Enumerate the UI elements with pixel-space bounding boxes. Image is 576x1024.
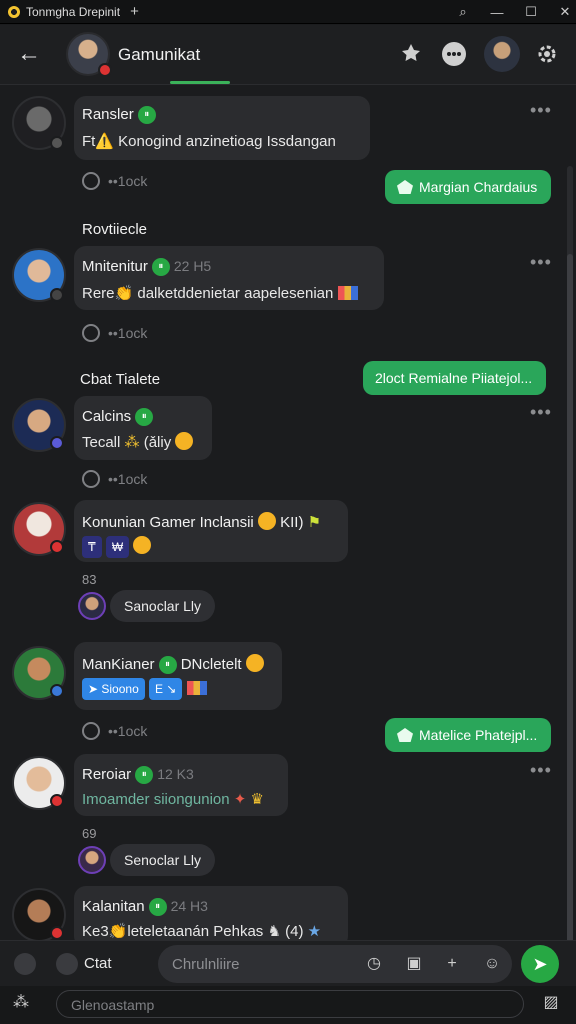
active-indicator [170, 81, 230, 84]
share-chip[interactable]: ➤ Sioono [82, 678, 145, 700]
section-header: Rovtiiecle [82, 221, 148, 238]
outgoing-message[interactable]: 2loct Remialne Piiatejol... [363, 361, 547, 395]
reaction-chip[interactable]: ₩ [105, 536, 130, 559]
message-text: Ke3👏leteletaanán Pehkas ♞ (4) ★ [82, 923, 322, 940]
verified-icon: ⏸ [158, 656, 177, 675]
verified-icon: ⏸ [135, 766, 154, 785]
timer-icon[interactable]: ◷ [364, 954, 384, 974]
more-options-icon[interactable]: ••• [530, 760, 552, 781]
flag-icon [337, 286, 358, 300]
image-icon[interactable]: ▨ [542, 994, 560, 1012]
profile-avatar[interactable] [484, 36, 520, 72]
send-button[interactable]: ➤ [521, 945, 559, 983]
attach-icon[interactable]: ▣ [404, 954, 424, 974]
message-text: Ft⚠️ Konogind anzinetioag Issdangan [82, 133, 336, 150]
add-icon[interactable]: + [442, 954, 462, 974]
window-controls: ⌕ — ☐ ✕ [446, 0, 576, 24]
scrollbar[interactable] [567, 166, 573, 940]
game-icon [397, 728, 413, 742]
avatar-badge [50, 136, 64, 150]
emoji-icon [133, 536, 152, 554]
avatar-badge [50, 288, 64, 302]
sender-name: ManKianer ⏸ DNcletelt [82, 654, 264, 675]
more-options-icon[interactable]: ••• [530, 100, 552, 121]
reply-pill[interactable]: Sanoclar Lly [110, 590, 216, 622]
verified-icon: ⏸ [137, 106, 156, 125]
avatar[interactable] [78, 592, 106, 620]
message-text: Imoamder siiongunion ✦ ♛ [82, 791, 264, 808]
reply-count: 83 [82, 572, 97, 587]
bottom-bar: ⁂ Glenoastamp ▨ [0, 986, 576, 1024]
settings-icon[interactable] [532, 39, 562, 69]
app-icon [8, 5, 20, 18]
outgoing-message[interactable]: Matelice Phatejpl... [385, 718, 552, 752]
timestamp: ••1ock [82, 470, 147, 488]
composer: Ctat Chrulnliire ◷ ▣ + ☺ ➤ [0, 940, 576, 986]
back-arrow-icon[interactable]: ← [14, 39, 44, 69]
emoji-icon [245, 654, 264, 672]
clock-icon [82, 172, 100, 190]
chat-header: ← Gamunikat [0, 25, 576, 85]
link-chip[interactable]: E ↘ [148, 678, 183, 700]
minimize-button[interactable]: — [480, 0, 514, 24]
section-header: Cbat Tialete [80, 371, 161, 388]
timestamp: ••1ock [82, 324, 147, 342]
scrollbar-thumb[interactable] [567, 254, 573, 940]
more-icon[interactable] [439, 39, 469, 69]
avatar-badge [50, 684, 64, 698]
sender-name: Calcins ⏸ [82, 408, 154, 427]
sender-name: Ransler ⏸ [82, 106, 156, 125]
clock-icon [82, 470, 100, 488]
verified-icon: ⏸ [151, 258, 170, 277]
outgoing-message[interactable]: Margian Chardaius [385, 170, 552, 204]
message-list[interactable]: Ransler ⏸ Ft⚠️ Konogind anzinetioag Issda… [0, 86, 576, 940]
close-button[interactable]: ✕ [548, 0, 576, 24]
avatar-badge [50, 926, 64, 940]
message-text: Tecall ⁂ (ǎliy [82, 432, 194, 451]
chat-label: Ctat [84, 955, 112, 972]
message-placeholder: Chrulnliire [172, 956, 240, 973]
avatar-badge [50, 436, 64, 450]
emoji-picker-icon[interactable] [14, 953, 36, 975]
maximize-button[interactable]: ☐ [514, 0, 548, 24]
pin-icon[interactable] [396, 39, 426, 69]
sender-name: Mnitenitur ⏸ 22 H5 [82, 258, 212, 277]
search-field[interactable]: Glenoastamp [56, 990, 524, 1018]
emoji-icon [175, 432, 194, 450]
sticker-picker-icon[interactable] [56, 953, 78, 975]
clock-icon [82, 324, 100, 342]
avatar-badge [50, 794, 64, 808]
sender-name: Reroiar ⏸ 12 K3 [82, 766, 194, 785]
verified-icon: ⏸ [148, 898, 167, 917]
game-icon [397, 180, 413, 194]
sender-name: Konunian Gamer Inclansii KII) ⚑ [82, 512, 322, 531]
avatar-badge [50, 540, 64, 554]
message-input[interactable]: Chrulnliire ◷ ▣ + ☺ [158, 945, 512, 983]
message-attachments: ➤ Sioono E ↘ [82, 678, 207, 700]
clock-icon [82, 722, 100, 740]
message-text: ₸ ₩ [82, 536, 152, 559]
reply-pill[interactable]: Senoclar Lly [110, 844, 216, 876]
avatar[interactable] [78, 846, 106, 874]
window-title: Tonmgha Drepinit [26, 4, 121, 19]
apps-icon[interactable]: ⁂ [12, 994, 30, 1012]
title-bar: Tonmgha Drepinit + ⌕ — ☐ ✕ [0, 0, 576, 24]
new-tab-button[interactable]: + [130, 3, 139, 20]
sticker-icon [186, 680, 207, 695]
emoji-icon [257, 512, 276, 530]
search-icon[interactable]: ⌕ [446, 0, 480, 24]
message-text: Rere👏 dalketddenietar aapelesenian [82, 284, 358, 302]
emoji-icon[interactable]: ☺ [482, 954, 502, 974]
timestamp: ••1ock [82, 722, 147, 740]
group-title[interactable]: Gamunikat [118, 45, 200, 65]
sender-name: Kalanitan ⏸ 24 H3 [82, 898, 208, 917]
reply-count: 69 [82, 826, 97, 841]
verified-icon: ⏸ [135, 408, 154, 427]
group-badge [98, 63, 112, 77]
more-options-icon[interactable]: ••• [530, 402, 552, 423]
timestamp: ••1ock [82, 172, 147, 190]
more-options-icon[interactable]: ••• [530, 252, 552, 273]
reaction-chip[interactable]: ₸ [82, 536, 102, 559]
search-placeholder: Glenoastamp [71, 997, 155, 1013]
